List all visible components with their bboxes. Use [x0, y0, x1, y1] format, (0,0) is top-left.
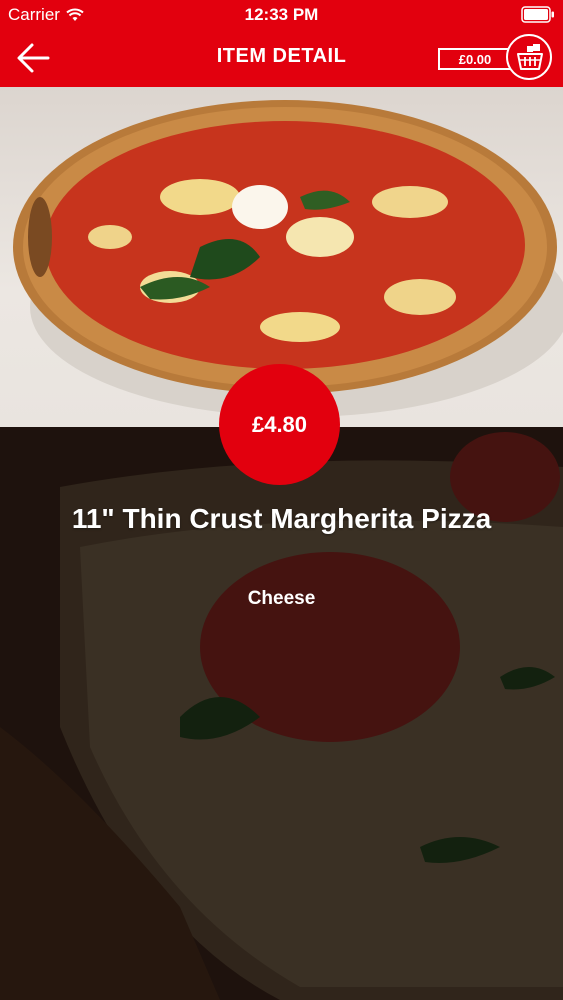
item-name: 11" Thin Crust Margherita Pizza [71, 503, 492, 534]
clock: 12:33 PM [244, 5, 319, 24]
status-bar: Carrier 12:33 PM [0, 0, 563, 30]
item-description: Cheese [247, 588, 316, 609]
nav-bar: ITEM DETAIL £0.00 [0, 30, 563, 87]
price-badge: £4.80 [219, 364, 340, 485]
basket-icon [517, 44, 543, 70]
cart-total-button[interactable]: £0.00 [438, 48, 512, 70]
battery-icon [521, 6, 554, 23]
cart-button[interactable] [506, 34, 552, 80]
